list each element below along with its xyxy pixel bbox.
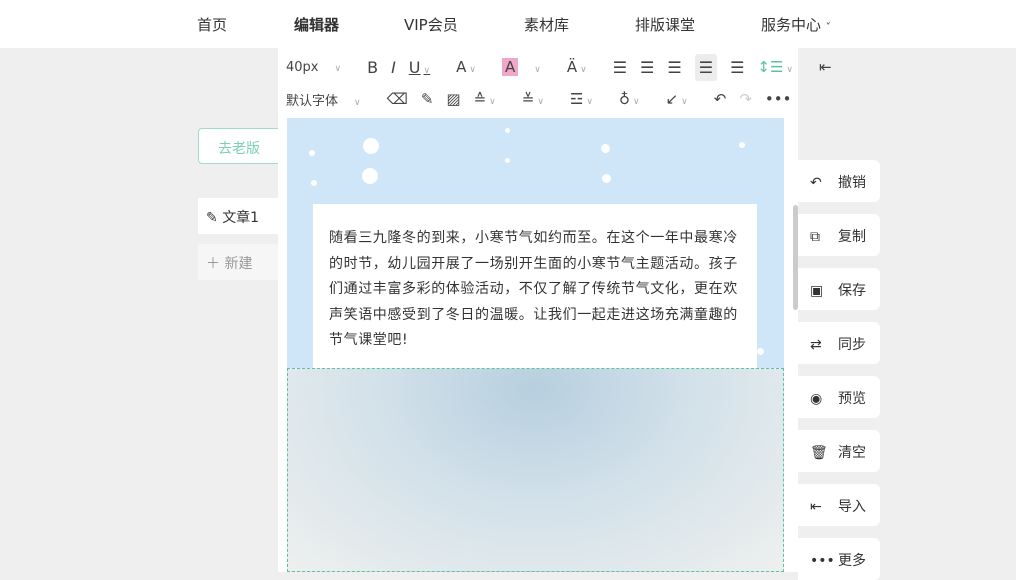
paragraph-indent-icon[interactable]: ☲ ∨ [570,90,606,108]
doc-item[interactable]: ✎ 文章1 [198,198,288,234]
action-label: 导入 [838,499,866,515]
justify-icon[interactable]: ☰ [694,53,718,81]
letter-spacing-icon[interactable]: Ä ∨ [567,58,600,76]
nav-editor[interactable]: 编辑器 [294,14,339,35]
italic-icon[interactable]: I [391,58,396,77]
font-size-select[interactable]: 40px ∨ [286,60,354,75]
action-label: 预览 [838,391,866,407]
action-label: 同步 [838,337,866,353]
format-brush-icon[interactable]: ✎ [421,90,434,108]
doc-title: 文章1 [222,210,260,226]
font-size-value: 40px [286,59,319,75]
eraser-icon[interactable]: ⌫ [387,90,408,108]
indent-icon[interactable]: ☰ [730,58,744,77]
save-button[interactable]: ▣ 保存 [798,268,880,310]
action-label: 撤销 [838,175,866,191]
action-label: 更多 [838,553,866,569]
background-color-icon[interactable]: A ∨ [501,58,554,76]
trash-button[interactable]: 🗑 清空 [798,430,880,472]
winter-image[interactable] [287,368,784,572]
sync-button[interactable]: ⇄ 同步 [798,322,880,364]
action-label: 保存 [838,283,866,299]
redo-icon[interactable]: ↷ [739,90,752,108]
exit-icon[interactable]: ⇤ [819,58,832,76]
image-icon[interactable]: ▨ [446,90,460,108]
underline-icon[interactable]: U ∨ [409,58,443,77]
line-height-icon[interactable]: ↕☰ ∨ [757,58,806,76]
bold-icon[interactable]: B [367,58,378,77]
align-center-icon[interactable]: ☰ [640,58,654,77]
trash-icon: 🗑 [810,445,828,461]
bulb-icon[interactable]: ♁ ∨ [619,90,653,108]
sync-icon: ⇄ [810,337,822,353]
editor-panel: 40px ∨ B I U ∨ A ∨ A ∨ Ä ∨ ☰ ☰ ☰ ☰ ☰ ↕☰ ∨ ⇤ 默认… [278,48,832,572]
action-label: 复制 [838,229,866,245]
undo-icon: ↶ [810,175,822,191]
snow-background: 随看三九隆冬的到来，小寒节气如约而至。在这个一年中最寒冷的时节，幼儿园开展了一场… [287,118,784,368]
nav-service[interactable]: 服务中心 ˅ [761,14,831,35]
more-button[interactable]: ••• 更多 [798,538,880,580]
edit-icon: ✎ [206,210,218,226]
nav-materials[interactable]: 素材库 [524,14,569,35]
top-nav: 首页 编辑器 VIP会员 素材库 排版课堂 服务中心 ˅ [0,0,1016,48]
toolbar-row-1: 40px ∨ B I U ∨ A ∨ A ∨ Ä ∨ ☰ ☰ ☰ ☰ ☰ ↕☰ ∨ ⇤ [278,50,832,84]
import-button[interactable]: ⇤ 导入 [798,484,880,526]
nav-vip[interactable]: VIP会员 [404,14,458,35]
font-family-select[interactable]: 默认字体 ∨ [286,90,374,109]
align-left-icon[interactable]: ☰ [613,58,627,77]
eye-button[interactable]: ◉ 预览 [798,376,880,418]
old-version-button[interactable]: 去老版 [198,128,288,164]
import-icon: ⇤ [810,499,822,515]
more-icon[interactable]: ••• [765,90,792,108]
arrow-icon[interactable]: ↙ ∨ [666,90,701,108]
eye-icon: ◉ [810,391,823,407]
align-right-icon[interactable]: ☰ [667,58,681,77]
nav-home[interactable]: 首页 [197,14,227,35]
chevron-down-icon: ˅ [825,22,831,33]
nav-service-label: 服务中心 [761,16,822,34]
more-icon: ••• [810,553,835,569]
article-text[interactable]: 随看三九隆冬的到来，小寒节气如约而至。在这个一年中最寒冷的时节，幼儿园开展了一场… [329,226,741,354]
toolbar-row-2: 默认字体 ∨ ⌫ ✎ ▨ ≙ ∨ ≚ ∨ ☲ ∨ ♁ ∨ ↙ ∨ ↶ ↷ ••• [278,82,798,116]
undo-icon[interactable]: ↶ [714,90,727,108]
copy-icon: ⧉ [810,229,820,245]
undo-button[interactable]: ↶ 撤销 [798,160,880,202]
spacing-before-icon[interactable]: ≙ ∨ [474,90,509,108]
editor-canvas[interactable]: 随看三九隆冬的到来，小寒节气如约而至。在这个一年中最寒冷的时节，幼儿园开展了一场… [287,118,784,572]
copy-button[interactable]: ⧉ 复制 [798,214,880,256]
save-icon: ▣ [810,283,824,299]
action-label: 清空 [838,445,866,461]
new-label: 新建 [224,256,253,272]
plus-icon: ＋ [206,256,220,272]
font-family-value: 默认字体 [286,93,339,109]
font-color-icon[interactable]: A ∨ [456,58,489,76]
spacing-after-icon[interactable]: ≚ ∨ [522,90,557,108]
nav-course[interactable]: 排版课堂 [635,14,695,35]
article-card[interactable]: 随看三九隆冬的到来，小寒节气如约而至。在这个一年中最寒冷的时节，幼儿园开展了一场… [313,204,757,368]
new-doc-button[interactable]: ＋ 新建 [198,244,288,280]
